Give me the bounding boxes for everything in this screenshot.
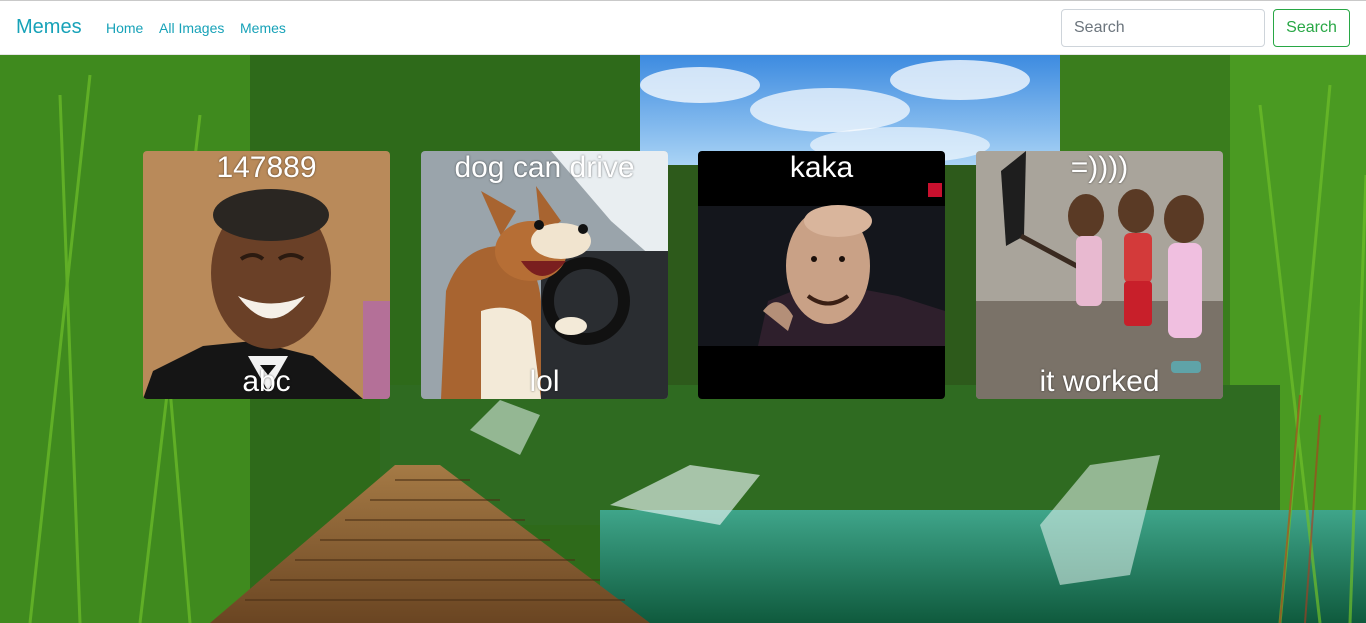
meme-top-caption: 147889: [216, 151, 317, 184]
meme-bottom-caption: abc: [242, 365, 291, 398]
search-button[interactable]: Search: [1273, 9, 1350, 47]
meme-card-4[interactable]: =)))) it worked: [976, 151, 1223, 399]
navbar: Memes Home All Images Memes Search: [0, 0, 1366, 55]
meme-top-caption: dog can drive: [454, 151, 635, 184]
brand-link[interactable]: Memes: [16, 16, 82, 39]
meme-image-2: [421, 151, 668, 399]
meme-image-1: [143, 151, 390, 399]
meme-top-caption: =)))): [1070, 151, 1129, 184]
meme-card-2[interactable]: dog can drive lol: [421, 151, 668, 399]
meme-card-1[interactable]: 147889 abc: [143, 151, 390, 399]
nav-link-home[interactable]: Home: [106, 20, 143, 36]
nav-link-memes[interactable]: Memes: [240, 20, 286, 36]
search-input[interactable]: [1061, 9, 1265, 47]
background-image: 147889 abc dog can drive lol kaka =)))) …: [0, 55, 1366, 623]
nav-link-all-images[interactable]: All Images: [159, 20, 224, 36]
meme-top-caption: kaka: [789, 151, 854, 184]
meme-image-3: [698, 151, 945, 399]
meme-image-4: [976, 151, 1223, 399]
meme-card-3[interactable]: kaka: [698, 151, 945, 399]
meme-bottom-caption: it worked: [1039, 365, 1160, 398]
meme-bottom-caption: lol: [529, 365, 560, 398]
